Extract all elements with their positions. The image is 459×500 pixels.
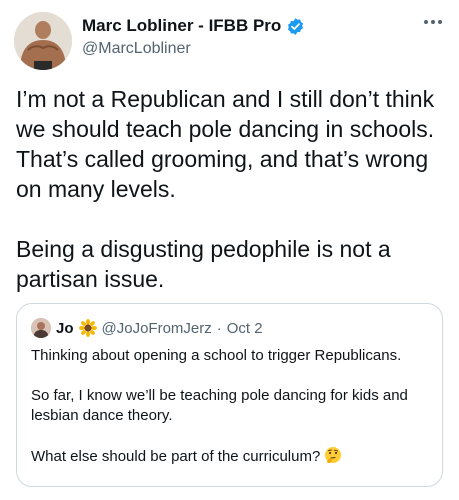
quoted-tweet-text: Thinking about opening a school to trigg… [31, 346, 431, 467]
author-handle[interactable]: @MarcLobliner [82, 40, 305, 58]
tweet-paragraph: Being a disgusting pedophile is not a pa… [16, 236, 391, 292]
quoted-author-avatar[interactable] [31, 318, 51, 338]
thinking-face-icon [325, 447, 342, 463]
quoted-paragraph: So far, I know we’ll be teaching pole da… [31, 387, 408, 424]
quoted-paragraph-text: What else should be part of the curricul… [31, 448, 321, 465]
quoted-paragraph-last: What else should be part of the curricul… [31, 446, 431, 467]
verified-badge-icon [288, 17, 304, 35]
sunflower-icon [78, 319, 97, 337]
quoted-tweet-header: Jo @JoJoFromJerz · Oct 2 [31, 318, 263, 338]
quoted-tweet-date[interactable]: Oct 2 [227, 320, 263, 337]
author-avatar[interactable] [14, 12, 72, 70]
quoted-author-handle[interactable]: @JoJoFromJerz [102, 320, 212, 337]
tweet-card: Marc Lobliner - IFBB Pro @MarcLobliner I… [0, 0, 459, 500]
more-icon[interactable] [423, 14, 443, 25]
meta-separator: · [216, 319, 222, 337]
tweet-paragraph: I’m not a Republican and I still don’t t… [16, 86, 435, 202]
author-display-name[interactable]: Marc Lobliner - IFBB Pro [82, 16, 281, 36]
quoted-tweet[interactable]: Jo @JoJoFromJerz · Oct 2 Thinking about … [16, 303, 443, 487]
quoted-paragraph: Thinking about opening a school to trigg… [31, 347, 402, 364]
quoted-avatar-photo [31, 318, 51, 338]
avatar-photo [14, 12, 72, 70]
author-info: Marc Lobliner - IFBB Pro @MarcLobliner [82, 16, 305, 58]
tweet-text: I’m not a Republican and I still don’t t… [16, 84, 446, 294]
quoted-author-name[interactable]: Jo [56, 320, 74, 337]
more-dots-icon [424, 20, 442, 24]
